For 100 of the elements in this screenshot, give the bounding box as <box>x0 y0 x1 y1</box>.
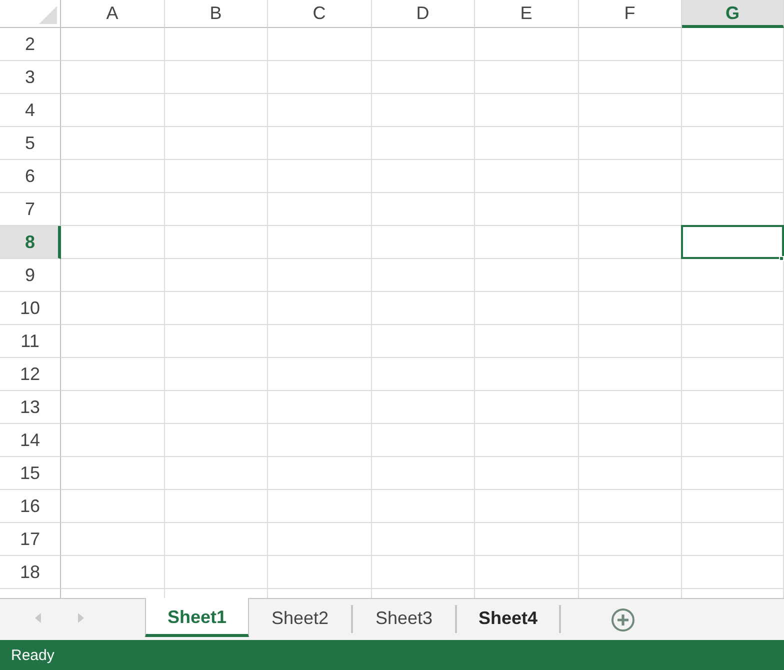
sheet-tab[interactable]: Sheet1 <box>145 598 249 637</box>
spreadsheet-cell[interactable] <box>372 391 475 424</box>
row-header[interactable]: 15 <box>0 457 61 490</box>
column-header[interactable]: E <box>475 0 578 28</box>
spreadsheet-cell[interactable] <box>682 259 784 292</box>
spreadsheet-cell[interactable] <box>475 457 578 490</box>
spreadsheet-cell[interactable] <box>475 292 578 325</box>
spreadsheet-cell[interactable] <box>164 259 268 292</box>
spreadsheet-cell[interactable] <box>268 292 372 325</box>
spreadsheet-cell[interactable] <box>61 523 164 556</box>
sheet-tab[interactable]: Sheet3 <box>353 599 455 637</box>
spreadsheet-cell[interactable] <box>268 226 372 259</box>
spreadsheet-cell[interactable] <box>164 523 268 556</box>
spreadsheet-cell[interactable] <box>475 523 578 556</box>
spreadsheet-cell[interactable] <box>61 556 164 589</box>
spreadsheet-cell[interactable] <box>372 226 475 259</box>
spreadsheet-cell[interactable] <box>164 358 268 391</box>
spreadsheet-cell[interactable] <box>372 556 475 589</box>
spreadsheet-cell[interactable] <box>578 556 682 589</box>
spreadsheet-cell[interactable] <box>164 424 268 457</box>
spreadsheet-cell[interactable] <box>578 292 682 325</box>
spreadsheet-cell[interactable] <box>475 556 578 589</box>
spreadsheet-cell[interactable] <box>268 259 372 292</box>
spreadsheet-cell[interactable] <box>372 457 475 490</box>
spreadsheet-cell[interactable] <box>578 457 682 490</box>
spreadsheet-cell[interactable] <box>372 292 475 325</box>
spreadsheet-cell[interactable] <box>682 457 784 490</box>
spreadsheet-cell[interactable] <box>268 391 372 424</box>
row-header[interactable]: 4 <box>0 94 61 127</box>
spreadsheet-cell[interactable] <box>578 28 682 61</box>
spreadsheet-cell[interactable] <box>682 127 784 160</box>
spreadsheet-cell[interactable] <box>578 61 682 94</box>
spreadsheet-cell[interactable] <box>372 523 475 556</box>
spreadsheet-cell[interactable] <box>61 292 164 325</box>
spreadsheet-cell[interactable] <box>682 556 784 589</box>
spreadsheet-cell[interactable] <box>682 292 784 325</box>
spreadsheet-cell[interactable] <box>682 325 784 358</box>
spreadsheet-cell[interactable] <box>268 424 372 457</box>
spreadsheet-cell[interactable] <box>61 28 164 61</box>
column-header[interactable]: B <box>164 0 268 28</box>
selected-cell[interactable] <box>681 225 784 259</box>
row-header[interactable]: 16 <box>0 490 61 523</box>
spreadsheet-cell[interactable] <box>372 259 475 292</box>
spreadsheet-cell[interactable] <box>682 28 784 61</box>
spreadsheet-cell[interactable] <box>268 490 372 523</box>
spreadsheet-cell[interactable] <box>578 127 682 160</box>
column-header[interactable]: C <box>268 0 372 28</box>
spreadsheet-cell[interactable] <box>61 358 164 391</box>
spreadsheet-cell[interactable] <box>372 325 475 358</box>
spreadsheet-cell[interactable] <box>578 160 682 193</box>
spreadsheet-cell[interactable] <box>578 490 682 523</box>
select-all-button[interactable] <box>0 0 61 28</box>
row-header[interactable]: 17 <box>0 523 61 556</box>
spreadsheet-cell[interactable] <box>372 358 475 391</box>
spreadsheet-cell[interactable] <box>372 193 475 226</box>
spreadsheet-cell[interactable] <box>268 325 372 358</box>
spreadsheet-cell[interactable] <box>372 424 475 457</box>
row-header[interactable]: 18 <box>0 556 61 589</box>
spreadsheet-cell[interactable] <box>268 457 372 490</box>
spreadsheet-cell[interactable] <box>682 94 784 127</box>
spreadsheet-cell[interactable] <box>61 226 164 259</box>
spreadsheet-cell[interactable] <box>61 391 164 424</box>
spreadsheet-cell[interactable] <box>682 358 784 391</box>
spreadsheet-cell[interactable] <box>475 424 578 457</box>
spreadsheet-cell[interactable] <box>578 358 682 391</box>
spreadsheet-cell[interactable] <box>682 490 784 523</box>
spreadsheet-cell[interactable] <box>372 61 475 94</box>
row-header[interactable]: 14 <box>0 424 61 457</box>
spreadsheet-cell[interactable] <box>372 28 475 61</box>
row-header[interactable]: 6 <box>0 160 61 193</box>
spreadsheet-cell[interactable] <box>164 28 268 61</box>
spreadsheet-cell[interactable] <box>164 160 268 193</box>
spreadsheet-cell[interactable] <box>475 28 578 61</box>
spreadsheet-cell[interactable] <box>268 127 372 160</box>
spreadsheet-cell[interactable] <box>475 127 578 160</box>
spreadsheet-cell[interactable] <box>164 325 268 358</box>
spreadsheet-cell[interactable] <box>164 490 268 523</box>
spreadsheet-cell[interactable] <box>682 523 784 556</box>
row-header[interactable]: 2 <box>0 28 61 61</box>
spreadsheet-cell[interactable] <box>61 259 164 292</box>
spreadsheet-cell[interactable] <box>164 292 268 325</box>
fill-handle[interactable] <box>779 256 784 261</box>
spreadsheet-cell[interactable] <box>475 358 578 391</box>
spreadsheet-cell[interactable] <box>475 325 578 358</box>
spreadsheet-cell[interactable] <box>475 226 578 259</box>
row-header[interactable]: 11 <box>0 325 61 358</box>
spreadsheet-cell[interactable] <box>164 457 268 490</box>
spreadsheet-cell[interactable] <box>682 424 784 457</box>
spreadsheet-cell[interactable] <box>475 490 578 523</box>
row-header[interactable]: 12 <box>0 358 61 391</box>
spreadsheet-cell[interactable] <box>682 391 784 424</box>
spreadsheet-cell[interactable] <box>578 391 682 424</box>
spreadsheet-cell[interactable] <box>164 94 268 127</box>
spreadsheet-cell[interactable] <box>164 193 268 226</box>
sheet-tab[interactable]: Sheet4 <box>457 599 559 637</box>
spreadsheet-cell[interactable] <box>578 424 682 457</box>
spreadsheet-cell[interactable] <box>475 61 578 94</box>
spreadsheet-cell[interactable] <box>268 61 372 94</box>
spreadsheet-cell[interactable] <box>61 457 164 490</box>
column-header[interactable]: A <box>61 0 164 28</box>
